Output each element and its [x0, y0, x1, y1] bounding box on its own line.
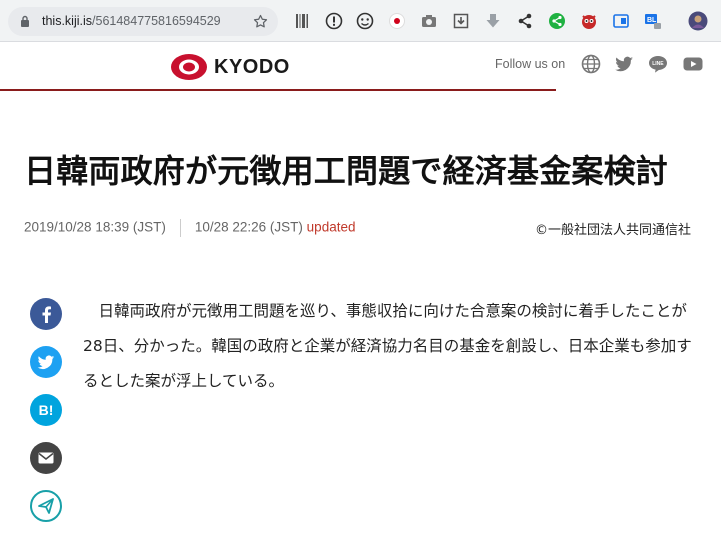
share-extension-icon[interactable] [516, 12, 534, 30]
hatena-label: B! [38, 402, 54, 418]
mail-icon [38, 452, 54, 464]
panel-extension-icon[interactable] [612, 12, 630, 30]
globe-icon[interactable] [580, 53, 602, 75]
url-text: this.kiji.is/561484775816594529 [42, 14, 221, 28]
header-divider [0, 89, 556, 91]
address-bar[interactable]: this.kiji.is/561484775816594529 [8, 7, 278, 36]
lock-icon [21, 15, 29, 27]
download-arrow-extension-icon[interactable] [484, 12, 502, 30]
kyodo-logo-mark-icon [171, 54, 207, 80]
facebook-share-button[interactable] [30, 298, 62, 330]
article-paragraph: 日韓両政府が元徴用工問題を巡り、事態収拾に向けた合意案の検討に着手したことが28… [83, 294, 703, 399]
article-title: 日韓両政府が元徴用工問題で経済基金案検討 [24, 152, 669, 190]
article-meta: 2019/10/28 18:39 (JST) 10/28 22:26 (JST) … [24, 219, 355, 237]
hatena-bookmark-button[interactable]: B! [30, 394, 62, 426]
alert-extension-icon[interactable] [325, 12, 343, 30]
url-host: this.kiji.is [42, 14, 93, 28]
meta-separator [179, 219, 181, 237]
article-line-1: 日韓両政府が元徴用工問題を巡り、事態収拾に向けた合意案の検討に着手した [98, 302, 641, 320]
face-extension-icon[interactable] [356, 12, 374, 30]
svg-text:LINE: LINE [652, 61, 664, 67]
badge-extension-icon[interactable]: BL [644, 12, 662, 30]
url-path: /561484775816594529 [92, 14, 221, 28]
monster-extension-icon[interactable] [580, 12, 598, 30]
barcode-extension-icon[interactable] [293, 12, 311, 30]
send-share-button[interactable] [30, 490, 62, 522]
camera-extension-icon[interactable] [420, 12, 438, 30]
updated-label: updated [306, 219, 356, 235]
twitter-icon[interactable] [613, 53, 635, 75]
twitter-bird-icon [37, 354, 55, 369]
published-time: 2019/10/28 18:39 (JST) [24, 219, 166, 235]
copyright-notice: ©一般社団法人共同通信社 [535, 223, 692, 238]
logo-text: KYODO [214, 55, 290, 78]
bookmark-star-icon[interactable] [252, 13, 269, 30]
record-extension-icon[interactable] [388, 12, 406, 30]
svg-text:BL: BL [647, 17, 657, 24]
profile-avatar[interactable] [688, 11, 708, 31]
paper-plane-icon [38, 498, 54, 514]
browser-toolbar: this.kiji.is/561484775816594529 BL [0, 0, 721, 42]
line-icon[interactable]: LINE [647, 53, 669, 75]
download-box-extension-icon[interactable] [452, 12, 470, 30]
youtube-icon[interactable] [682, 53, 704, 75]
follow-us-label: Follow us on [495, 57, 566, 71]
article-body: 日韓両政府が元徴用工問題を巡り、事態収拾に向けた合意案の検討に着手したことが28… [83, 294, 703, 399]
green-share-extension-icon[interactable] [548, 12, 566, 30]
mail-share-button[interactable] [30, 442, 62, 474]
kyodo-logo[interactable]: KYODO [170, 52, 290, 82]
updated-time: 10/28 22:26 (JST) [194, 219, 303, 235]
facebook-icon [42, 306, 51, 323]
twitter-share-button[interactable] [30, 346, 62, 378]
